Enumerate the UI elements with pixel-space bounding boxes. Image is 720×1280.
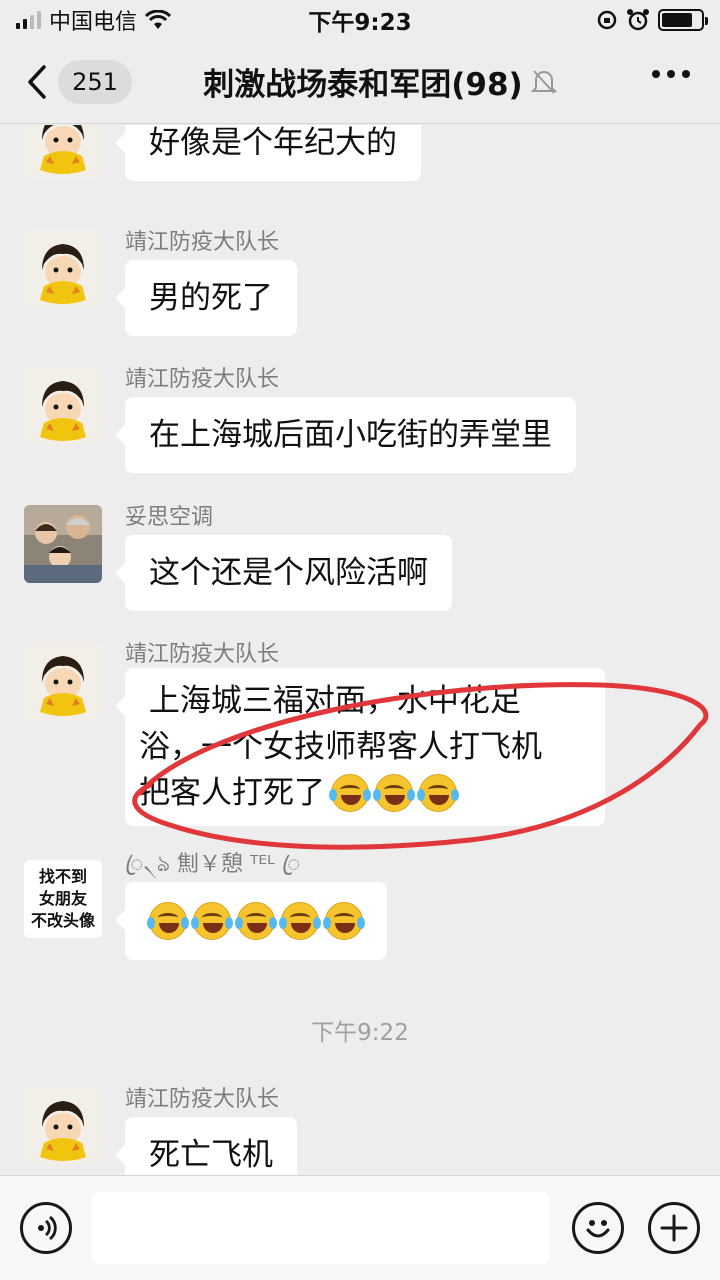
battery-icon [658, 9, 708, 31]
sender-name: 妥思空调 [125, 505, 214, 530]
tears-of-joy-emoji-icon [191, 902, 233, 940]
tears-of-joy-emoji-icon [373, 774, 415, 812]
more-dot [682, 70, 690, 78]
chat-title-wrap[interactable]: 刺激战场泰和军团(98) [150, 59, 610, 104]
tears-of-joy-emoji-icon [329, 774, 371, 812]
message-input[interactable] [92, 1192, 550, 1264]
status-bar: 中国电信 下午9:23 [0, 0, 720, 40]
avatar[interactable] [24, 505, 102, 583]
sender-name: 靖江防疫大队长 [125, 1087, 280, 1112]
emoji-row [147, 902, 365, 940]
more-dot [667, 70, 675, 78]
avatar[interactable] [24, 1087, 102, 1165]
cartoon-boy-avatar-icon [24, 1087, 102, 1165]
message-text: 在上海城后面小吃街的弄堂里 [149, 417, 552, 453]
voice-button[interactable] [20, 1202, 72, 1254]
tears-of-joy-emoji-icon [323, 902, 365, 940]
plus-button[interactable] [648, 1202, 700, 1254]
chat-header: 251 刺激战场泰和军团(98) [0, 40, 720, 124]
emoji-button[interactable] [572, 1202, 624, 1254]
message-text: 男的死了 [149, 280, 273, 316]
chevron-left-icon [28, 64, 46, 99]
emoji-row [329, 774, 459, 812]
tears-of-joy-emoji-icon [147, 902, 189, 940]
avatar-text-line: 找不到 [38, 867, 87, 886]
input-bar [0, 1175, 720, 1280]
avatar-text-line: 不改头像 [30, 911, 95, 930]
avatar[interactable]: 找不到 女朋友 不改头像 [24, 860, 102, 938]
message-line: 把客人打死了 [139, 775, 325, 811]
message-bubble[interactable]: 这个还是个风险活啊 [115, 535, 452, 611]
smiley-icon [586, 1220, 610, 1238]
cartoon-boy-avatar-icon [24, 642, 102, 720]
carrier-name: 中国电信 [49, 10, 138, 35]
alarm-icon [627, 9, 649, 31]
message-bubble[interactable]: 死亡飞机 [115, 1117, 297, 1175]
message-bubble[interactable]: 男的死了 [115, 260, 297, 336]
timestamp: 下午9:22 [311, 1020, 409, 1046]
tears-of-joy-emoji-icon [417, 774, 459, 812]
sender-name: 靖江防疫大队长 [125, 367, 280, 392]
battery-fill [662, 13, 693, 27]
avatar[interactable] [24, 367, 102, 445]
chat-title: 刺激战场泰和军团(98) [203, 67, 523, 103]
more-button[interactable] [652, 70, 690, 78]
plus-icon [660, 1214, 688, 1242]
cartoon-boy-avatar-icon [24, 230, 102, 308]
status-right [596, 8, 708, 32]
signal-icon [16, 11, 41, 29]
message-bubble[interactable] [115, 882, 387, 960]
message-bubble[interactable]: 在上海城后面小吃街的弄堂里 [115, 397, 576, 473]
tears-of-joy-emoji-icon [235, 902, 277, 940]
avatar-text-line: 女朋友 [38, 889, 87, 908]
avatar[interactable] [24, 230, 102, 308]
message-line: 浴，一个女技师帮客人打飞机 [139, 729, 542, 765]
wifi-icon [145, 10, 172, 29]
rotation-lock-icon [597, 10, 617, 30]
message-text: 好像是个年纪大的 [149, 125, 397, 161]
avatar[interactable] [24, 642, 102, 720]
cartoon-boy-avatar-icon [24, 125, 102, 178]
sender-name: 靖江防疫大队长 [125, 642, 280, 667]
voice-icon [38, 1215, 57, 1241]
message-text: 这个还是个风险活啊 [149, 555, 428, 591]
family-photo-avatar-icon [24, 505, 102, 583]
chat-messages[interactable]: 好像是个年纪大的 靖江防疫大队长 男的死了 靖江防疫大队长 在上海城后面小吃街的… [0, 125, 720, 1175]
message-bubble[interactable]: 上海城三福对面，水中花足 浴，一个女技师帮客人打飞机 把客人打死了 [115, 668, 605, 826]
sender-name: 靖江防疫大队长 [125, 230, 280, 255]
message-line: 上海城三福对面，水中花足 [139, 683, 521, 719]
avatar[interactable] [24, 125, 102, 178]
message-text: 死亡飞机 [149, 1137, 273, 1173]
back-button[interactable]: 251 [26, 59, 132, 104]
tears-of-joy-emoji-icon [279, 902, 321, 940]
more-dot [652, 70, 660, 78]
message-line-wrap: 把客人打死了 [139, 770, 591, 816]
message-bubble[interactable]: 好像是个年纪大的 [115, 125, 421, 181]
bell-muted-icon [530, 69, 557, 94]
unread-count-badge: 251 [58, 59, 132, 104]
cartoon-boy-avatar-icon [24, 367, 102, 445]
status-left: 中国电信 [16, 4, 172, 36]
